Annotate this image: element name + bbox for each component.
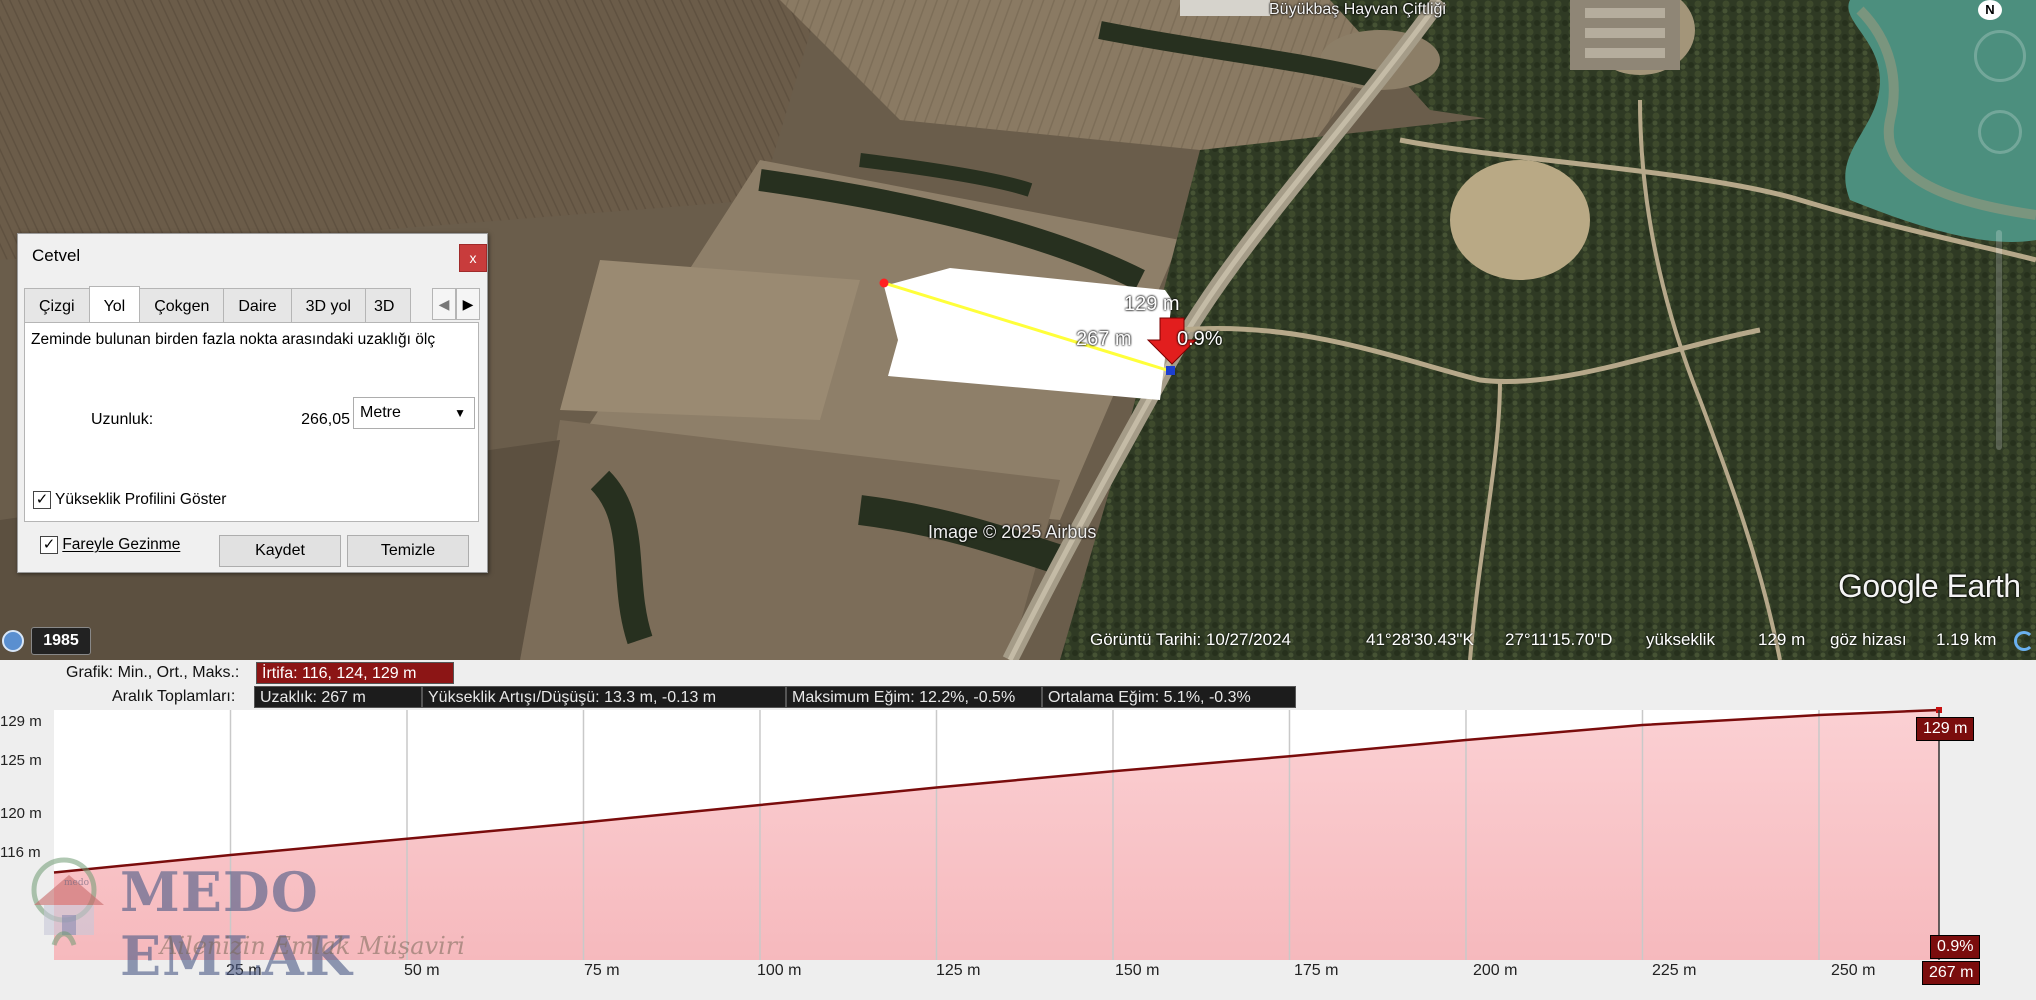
eye-altitude-value: 1.19 km [1936, 630, 1997, 649]
unit-selected: Metre [360, 404, 401, 421]
tab-polygon[interactable]: Çokgen [139, 288, 225, 322]
measure-description: Zeminde bulunan birden fazla nokta arası… [31, 331, 436, 348]
chevron-down-icon: ▼ [454, 406, 466, 420]
loading-indicator-icon [2014, 631, 2034, 651]
tab-panel: Zeminde bulunan birden fazla nokta arası… [24, 322, 479, 522]
navigation-controls[interactable] [1970, 10, 2030, 510]
place-label[interactable]: Büyükbaş Hayvan Çiftliği [1269, 1, 1446, 19]
tab-path[interactable]: Yol [88, 286, 141, 322]
slope-tag: 0.9% [1930, 935, 1981, 959]
ruler-dialog[interactable]: Cetvel x Çizgi Yol Çokgen Daire 3D yol 3… [17, 233, 488, 573]
mouse-nav-toggle[interactable]: ✓ Fareyle Gezinme [40, 536, 180, 554]
path-distance-label: 267 m [1076, 328, 1132, 350]
x-tick-label: 75 m [584, 962, 620, 979]
max-elevation-tag: 129 m [1916, 717, 1975, 741]
clear-button[interactable]: Temizle [347, 535, 469, 567]
path-elevation-label: 129 m [1124, 293, 1180, 315]
historical-imagery-icon[interactable] [2, 630, 24, 652]
x-tick-label: 175 m [1294, 962, 1339, 979]
elevation-label: yükseklik [1646, 630, 1715, 649]
tab-scroll-left-button[interactable]: ◀ [432, 288, 456, 320]
close-icon: x [469, 250, 477, 266]
ruler-tabs: Çizgi Yol Çokgen Daire 3D yol 3D [24, 286, 411, 322]
elevation-profile-label: Yükseklik Profilini Göster [55, 491, 227, 509]
close-button[interactable]: x [459, 244, 487, 272]
x-tick-label: 200 m [1473, 962, 1518, 979]
tab-circle[interactable]: Daire [223, 288, 292, 322]
tab-scroll: ◀ ▶ [432, 288, 480, 320]
elevation-profile-checkbox[interactable]: ✓ [33, 491, 51, 509]
x-tick-label: 150 m [1115, 962, 1160, 979]
chevron-left-icon: ◀ [438, 296, 450, 312]
x-tick-label: 100 m [757, 962, 802, 979]
elevation-profile-panel[interactable]: Grafik: Min., Ort., Maks.: İrtifa: 116, … [0, 660, 2036, 1000]
unit-select[interactable]: Metre ▼ [353, 397, 475, 429]
look-joystick-icon[interactable] [1974, 30, 2026, 82]
mouse-nav-label: Fareyle Gezinme [62, 536, 181, 554]
historical-year-button[interactable]: 1985 [31, 627, 91, 655]
google-earth-logo: Google Earth [1838, 568, 2021, 604]
tab-3d-polygon[interactable]: 3D [364, 288, 411, 322]
house-logo-icon [31, 857, 104, 946]
elevation-value: 129 m [1758, 630, 1806, 649]
tab-3d-path[interactable]: 3D yol [290, 288, 366, 322]
move-joystick-icon[interactable] [1978, 110, 2022, 154]
y-tick-label: 125 m [0, 752, 42, 769]
tab-line[interactable]: Çizgi [24, 288, 90, 322]
path-slope-label: 0.9% [1177, 328, 1223, 350]
longitude-readout: 27°11'15.70"D [1505, 630, 1613, 649]
tab-scroll-right-button[interactable]: ▶ [456, 288, 480, 320]
imagery-copyright: Image © 2025 Airbus [928, 522, 1097, 542]
elevation-profile-toggle[interactable]: ✓ Yükseklik Profilini Göster [33, 491, 226, 509]
x-tick-label: 250 m [1831, 962, 1876, 979]
y-tick-label: 129 m [0, 713, 42, 730]
watermark-name: MEDO EMLAK [120, 860, 353, 988]
x-tick-label: 125 m [936, 962, 981, 979]
mouse-nav-checkbox[interactable]: ✓ [40, 536, 58, 554]
watermark: medo MEDO EMLAK Ailenizin Emlak Müşaviri [24, 850, 544, 988]
chevron-right-icon: ▶ [462, 296, 474, 312]
length-label: Uzunluk: [91, 411, 154, 428]
y-tick-label: 120 m [0, 805, 42, 822]
eye-altitude-label: göz hizası [1830, 630, 1907, 649]
dialog-title: Cetvel [32, 246, 81, 265]
x-tick-label: 225 m [1652, 962, 1697, 979]
watermark-small: medo [64, 878, 90, 888]
imagery-date: Görüntü Tarihi: 10/27/2024 [1090, 630, 1291, 649]
zoom-slider[interactable] [1996, 230, 2002, 450]
watermark-tagline: Ailenizin Emlak Müşaviri [160, 932, 465, 960]
latitude-readout: 41°28'30.43"K [1366, 630, 1474, 649]
end-distance-tag: 267 m [1922, 961, 1981, 985]
save-button[interactable]: Kaydet [219, 535, 341, 567]
length-value: 266,05 [301, 411, 350, 428]
